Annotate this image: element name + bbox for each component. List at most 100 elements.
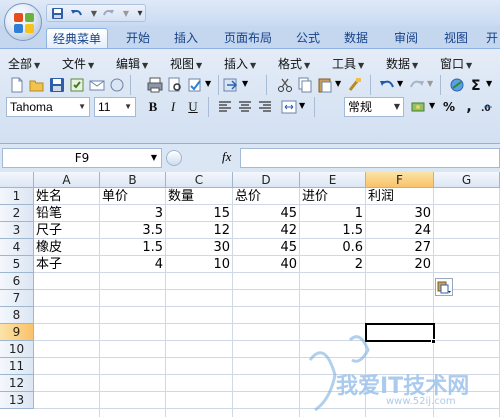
column-header-d[interactable]: D — [233, 172, 300, 188]
chevron-down-icon[interactable]: ▼ — [397, 79, 403, 88]
tab-review[interactable]: 审阅 — [388, 28, 424, 48]
align-center-icon[interactable] — [236, 98, 254, 116]
tab-page-layout[interactable]: 页面布局 — [216, 28, 280, 48]
cell-a2[interactable]: 铅笔 — [34, 205, 100, 222]
cell-c4[interactable]: 30 — [166, 239, 233, 256]
column-header-c[interactable]: C — [166, 172, 233, 188]
currency-icon[interactable] — [410, 98, 428, 116]
cell-a4[interactable]: 橡皮 — [34, 239, 100, 256]
cell-a1[interactable]: 姓名 — [34, 188, 100, 205]
chevron-down-icon[interactable]: ▼ — [205, 79, 211, 88]
underline-button[interactable]: U — [184, 97, 202, 117]
row-header-4[interactable]: 4 — [0, 239, 34, 256]
menu-edit[interactable]: 编辑 ▼ — [116, 55, 148, 73]
menu-file[interactable]: 文件 ▼ — [62, 55, 94, 73]
print-icon[interactable] — [146, 76, 164, 94]
align-right-icon[interactable] — [256, 98, 274, 116]
row-header-6[interactable]: 6 — [0, 273, 34, 290]
align-left-icon[interactable] — [216, 98, 234, 116]
insert-function-button[interactable]: fx — [222, 149, 231, 165]
menu-insert[interactable]: 插入 ▼ — [224, 55, 256, 73]
undo-icon[interactable] — [69, 7, 83, 20]
row-header-2[interactable]: 2 — [0, 205, 34, 222]
chevron-down-icon[interactable]: ▼ — [429, 101, 435, 110]
undo-icon[interactable] — [378, 76, 396, 94]
row-header-12[interactable]: 12 — [0, 375, 34, 392]
new-file-icon[interactable] — [8, 76, 26, 94]
format-painter-icon[interactable] — [346, 76, 364, 94]
cell-f4[interactable]: 27 — [366, 239, 434, 256]
comma-button[interactable]: , — [460, 97, 478, 117]
increase-decimal-icon[interactable]: .0 — [480, 98, 498, 116]
tab-insert[interactable]: 插入 — [166, 28, 206, 48]
menu-view[interactable]: 视图 ▼ — [170, 55, 202, 73]
worksheet-grid[interactable]: A B C D E F G 1 2 3 4 5 6 7 8 9 10 11 12… — [0, 172, 500, 417]
cell-c2[interactable]: 15 — [166, 205, 233, 222]
font-size-select[interactable]: 11 ▼ — [94, 97, 136, 117]
row-header-5[interactable]: 5 — [0, 256, 34, 273]
open-folder-icon[interactable] — [28, 76, 46, 94]
percent-button[interactable]: % — [440, 97, 458, 117]
column-header-a[interactable]: A — [34, 172, 100, 188]
save-icon[interactable] — [50, 7, 64, 20]
menu-all[interactable]: 全部 ▼ — [8, 55, 40, 73]
tab-classic-menu[interactable]: 经典菜单 — [46, 28, 108, 48]
chevron-down-icon[interactable]: ▼ — [427, 79, 433, 88]
permission-icon[interactable] — [68, 76, 86, 94]
bold-button[interactable]: B — [144, 97, 162, 117]
column-header-g[interactable]: G — [434, 172, 500, 188]
active-cell-f9[interactable] — [365, 323, 435, 342]
cut-icon[interactable] — [276, 76, 294, 94]
row-header-7[interactable]: 7 — [0, 290, 34, 307]
research-icon[interactable] — [222, 76, 240, 94]
row-header-1[interactable]: 1 — [0, 188, 34, 205]
office-button[interactable] — [4, 3, 42, 41]
paste-icon[interactable] — [316, 76, 334, 94]
menu-tools[interactable]: 工具 ▼ — [332, 55, 364, 73]
tab-home[interactable]: 开始 — [118, 28, 158, 48]
cell-f5[interactable]: 20 — [366, 256, 434, 273]
column-header-e[interactable]: E — [300, 172, 366, 188]
menu-window[interactable]: 窗口 ▼ — [440, 55, 472, 73]
font-name-select[interactable]: Tahoma ▼ — [6, 97, 90, 117]
chevron-down-icon[interactable]: ▼ — [486, 79, 492, 88]
cell-f1[interactable]: 利润 — [366, 188, 434, 205]
column-header-f[interactable]: F — [366, 172, 434, 188]
cell-d5[interactable]: 40 — [233, 256, 300, 273]
print-preview-icon[interactable] — [166, 76, 184, 94]
menu-data[interactable]: 数据 ▼ — [386, 55, 418, 73]
tab-developer[interactable]: 开 — [484, 28, 500, 48]
hyperlink-icon[interactable] — [448, 76, 466, 94]
formula-bar-grip-icon[interactable] — [166, 150, 182, 166]
cell-f3[interactable]: 24 — [366, 222, 434, 239]
copy-icon[interactable] — [296, 76, 314, 94]
menu-format[interactable]: 格式 ▼ — [278, 55, 310, 73]
cell-d2[interactable]: 45 — [233, 205, 300, 222]
cell-c5[interactable]: 10 — [166, 256, 233, 273]
cell-e2[interactable]: 1 — [300, 205, 366, 222]
tab-data[interactable]: 数据 — [338, 28, 374, 48]
save-icon[interactable] — [48, 76, 66, 94]
cell-e4[interactable]: 0.6 — [300, 239, 366, 256]
cell-f2[interactable]: 30 — [366, 205, 434, 222]
cell-a5[interactable]: 本子 — [34, 256, 100, 273]
cell-c3[interactable]: 12 — [166, 222, 233, 239]
cell-d1[interactable]: 总价 — [233, 188, 300, 205]
tab-formulas[interactable]: 公式 — [290, 28, 326, 48]
cell-e3[interactable]: 1.5 — [300, 222, 366, 239]
fill-handle[interactable] — [431, 339, 436, 344]
row-header-11[interactable]: 11 — [0, 358, 34, 375]
formula-input[interactable] — [240, 148, 500, 168]
email-icon[interactable] — [88, 76, 106, 94]
row-header-3[interactable]: 3 — [0, 222, 34, 239]
italic-button[interactable]: I — [164, 97, 182, 117]
cell-e1[interactable]: 进价 — [300, 188, 366, 205]
name-box[interactable]: F9 ▼ — [2, 148, 162, 168]
cell-b3[interactable]: 3.5 — [100, 222, 166, 239]
autosum-icon[interactable]: Σ — [468, 76, 486, 94]
merge-center-icon[interactable] — [280, 98, 298, 116]
chevron-down-icon[interactable]: ▼ — [119, 7, 133, 20]
paste-options-button[interactable] — [435, 278, 453, 296]
customize-icon[interactable]: ▾ — [133, 7, 147, 20]
row-header-13[interactable]: 13 — [0, 392, 34, 409]
